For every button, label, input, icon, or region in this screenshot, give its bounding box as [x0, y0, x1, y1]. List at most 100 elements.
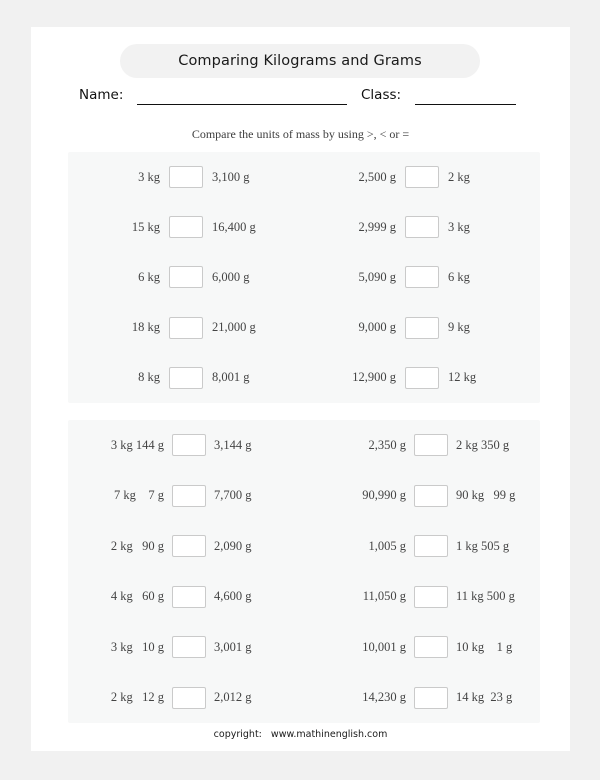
- right-operand: 12 kg: [448, 370, 477, 385]
- comparison-problem: 18 kg 21,000 g: [68, 303, 304, 353]
- left-operand: 2 kg 90 g: [110, 538, 164, 553]
- answer-input-box[interactable]: [172, 686, 206, 709]
- instruction-text: Compare the units of mass by using >, < …: [191, 127, 410, 141]
- left-operand: 7 kg 7 g: [114, 488, 164, 503]
- left-operand: 10,001 g: [362, 639, 406, 654]
- problem-row: 2 kg 90 g 2,090 g 1,005 g 1 kg 505 g: [68, 521, 540, 572]
- left-operand: 2,999 g: [358, 219, 397, 234]
- page-title: Comparing Kilograms and Grams: [178, 53, 422, 69]
- answer-input-box[interactable]: [414, 484, 448, 507]
- left-operand: 3 kg: [138, 169, 160, 184]
- problem-panel-section-1: 3 kg 3,100 g 2,500 g 2 kg 15 kg 16,400 g 2,999…: [68, 152, 540, 403]
- answer-input-box[interactable]: [405, 216, 439, 239]
- answer-input-box[interactable]: [414, 434, 448, 457]
- left-operand: 12,900 g: [352, 370, 396, 385]
- problem-row: 3 kg 3,100 g 2,500 g 2 kg: [68, 152, 540, 202]
- right-operand: 7,700 g: [214, 488, 252, 503]
- answer-input-box[interactable]: [172, 434, 206, 457]
- comparison-problem: 9,000 g 9 kg: [304, 303, 540, 353]
- comparison-problem: 2,500 g 2 kg: [304, 152, 540, 202]
- left-operand: 9,000 g: [358, 320, 397, 335]
- right-operand: 14 kg 23 g: [456, 690, 513, 705]
- problem-row: 3 kg 10 g 3,001 g 10,001 g 10 kg 1 g: [68, 622, 540, 673]
- answer-input-box[interactable]: [172, 636, 206, 659]
- problem-row: 4 kg 60 g 4,600 g 11,050 g 11 kg 500 g: [68, 572, 540, 623]
- answer-input-box[interactable]: [405, 366, 439, 389]
- left-operand: 11,050 g: [362, 589, 406, 604]
- answer-input-box[interactable]: [172, 535, 206, 558]
- right-operand: 3,100 g: [212, 169, 250, 184]
- left-operand: 14,230 g: [362, 690, 406, 705]
- name-class-row: Name: Class:: [31, 85, 570, 109]
- right-operand: 2 kg 350 g: [456, 437, 510, 452]
- comparison-problem: 2,999 g 3 kg: [304, 202, 540, 252]
- name-input-line[interactable]: [137, 104, 347, 105]
- right-operand: 6 kg: [448, 269, 470, 284]
- comparison-problem: 15 kg 16,400 g: [68, 202, 304, 252]
- copyright-footer: copyright: www.mathinenglish.com: [213, 729, 388, 740]
- answer-input-box[interactable]: [169, 366, 203, 389]
- comparison-problem: 3 kg 3,100 g: [68, 152, 304, 202]
- answer-input-box[interactable]: [405, 266, 439, 289]
- problem-row: 15 kg 16,400 g 2,999 g 3 kg: [68, 202, 540, 252]
- comparison-problem: 3 kg 10 g 3,001 g: [68, 622, 310, 673]
- comparison-problem: 1,005 g 1 kg 505 g: [310, 521, 552, 572]
- answer-input-box[interactable]: [405, 166, 439, 189]
- right-operand: 21,000 g: [212, 320, 256, 335]
- right-operand: 4,600 g: [214, 589, 252, 604]
- right-operand: 90 kg 99 g: [456, 488, 516, 503]
- right-operand: 9 kg: [448, 320, 470, 335]
- right-operand: 6,000 g: [212, 269, 250, 284]
- answer-input-box[interactable]: [172, 484, 206, 507]
- right-operand: 3,001 g: [214, 639, 252, 654]
- right-operand: 1 kg 505 g: [456, 538, 510, 553]
- answer-input-box[interactable]: [414, 585, 448, 608]
- right-operand: 3,144 g: [214, 437, 252, 452]
- answer-input-box[interactable]: [169, 266, 203, 289]
- comparison-problem: 90,990 g 90 kg 99 g: [310, 471, 552, 522]
- comparison-problem: 11,050 g 11 kg 500 g: [310, 572, 552, 623]
- comparison-problem: 8 kg 8,001 g: [68, 353, 304, 403]
- comparison-problem: 5,090 g 6 kg: [304, 252, 540, 302]
- comparison-problem: 2 kg 90 g 2,090 g: [68, 521, 310, 572]
- problem-panel-section-2: 3 kg 144 g 3,144 g 2,350 g 2 kg 350 g 7 kg 7…: [68, 420, 540, 723]
- answer-input-box[interactable]: [414, 535, 448, 558]
- problem-row: 8 kg 8,001 g 12,900 g 12 kg: [68, 353, 540, 403]
- right-operand: 10 kg 1 g: [456, 639, 513, 654]
- left-operand: 5,090 g: [358, 269, 397, 284]
- answer-input-box[interactable]: [169, 216, 203, 239]
- class-input-line[interactable]: [415, 104, 516, 105]
- left-operand: 1,005 g: [368, 538, 407, 553]
- problem-row: 6 kg 6,000 g 5,090 g 6 kg: [68, 252, 540, 302]
- answer-input-box[interactable]: [414, 686, 448, 709]
- problem-row: 18 kg 21,000 g 9,000 g 9 kg: [68, 303, 540, 353]
- problem-row: 7 kg 7 g 7,700 g 90,990 g 90 kg 99 g: [68, 471, 540, 522]
- answer-input-box[interactable]: [414, 636, 448, 659]
- comparison-problem: 7 kg 7 g 7,700 g: [68, 471, 310, 522]
- comparison-problem: 4 kg 60 g 4,600 g: [68, 572, 310, 623]
- answer-input-box[interactable]: [169, 166, 203, 189]
- left-operand: 90,990 g: [362, 488, 406, 503]
- worksheet-page: Comparing Kilograms and Grams Name: Clas…: [31, 27, 570, 751]
- comparison-problem: 6 kg 6,000 g: [68, 252, 304, 302]
- left-operand: 6 kg: [138, 269, 160, 284]
- problem-row: 3 kg 144 g 3,144 g 2,350 g 2 kg 350 g: [68, 420, 540, 471]
- comparison-problem: 2 kg 12 g 2,012 g: [68, 673, 310, 724]
- left-operand: 8 kg: [138, 370, 160, 385]
- left-operand: 3 kg 144 g: [110, 437, 164, 452]
- answer-input-box[interactable]: [405, 316, 439, 339]
- right-operand: 16,400 g: [212, 219, 256, 234]
- left-operand: 3 kg 10 g: [110, 639, 164, 654]
- worksheet-title-banner: Comparing Kilograms and Grams: [120, 44, 480, 78]
- name-label: Name:: [79, 87, 124, 103]
- left-operand: 2,350 g: [368, 437, 407, 452]
- right-operand: 2,012 g: [214, 690, 252, 705]
- comparison-problem: 10,001 g 10 kg 1 g: [310, 622, 552, 673]
- left-operand: 15 kg: [131, 219, 160, 234]
- right-operand: 2,090 g: [214, 538, 252, 553]
- right-operand: 8,001 g: [212, 370, 250, 385]
- comparison-problem: 3 kg 144 g 3,144 g: [68, 420, 310, 471]
- left-operand: 18 kg: [131, 320, 160, 335]
- answer-input-box[interactable]: [172, 585, 206, 608]
- answer-input-box[interactable]: [169, 316, 203, 339]
